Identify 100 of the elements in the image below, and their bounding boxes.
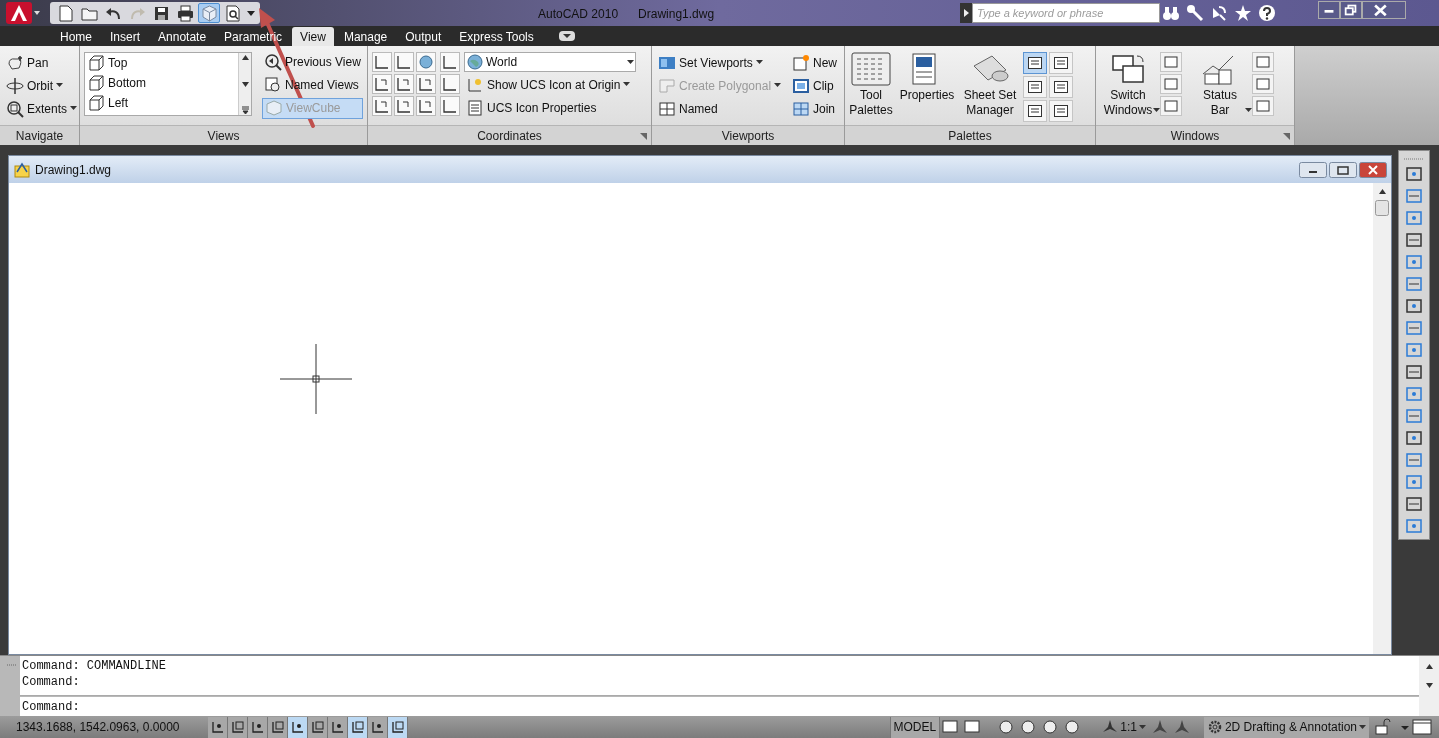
ucs-icon[interactable] <box>372 52 392 72</box>
model-space-button[interactable]: MODEL <box>889 716 941 738</box>
search-field[interactable]: Type a keyword or phrase <box>972 3 1160 23</box>
ucs-dropdown[interactable]: World <box>464 52 636 72</box>
named-views-icon <box>264 76 282 95</box>
tool-button[interactable]: Status Bar <box>1192 52 1248 119</box>
view-list[interactable]: Top Bottom Left <box>84 52 252 116</box>
view-list-item[interactable]: Bottom <box>85 73 238 93</box>
tool-button[interactable]: Clip <box>790 75 839 96</box>
app-title: AutoCAD 2010 <box>538 6 619 23</box>
close-icon[interactable] <box>1359 161 1387 178</box>
globe-icon <box>466 53 484 71</box>
view-list-item[interactable]: Top <box>85 53 238 73</box>
tool-button[interactable]: Extents <box>4 98 80 119</box>
logo-icon[interactable] <box>6 1 40 25</box>
ucs-icon[interactable] <box>394 96 414 116</box>
tool-button[interactable]: Set Viewports <box>656 52 786 73</box>
ribbon-tab[interactable]: Annotate <box>150 27 215 46</box>
tool-button[interactable]: Join <box>790 98 839 119</box>
scroll-up-icon[interactable] <box>1424 662 1434 671</box>
ucs-icon[interactable] <box>440 52 460 72</box>
command-prompt: Command: <box>22 698 80 716</box>
grip-icon <box>1402 157 1426 161</box>
command-input[interactable]: Command: <box>20 697 1419 716</box>
more-icon[interactable] <box>240 106 250 115</box>
viewport-grid-icon <box>658 99 676 118</box>
caret-icon[interactable] <box>627 59 634 65</box>
window-icon[interactable] <box>1027 55 1043 71</box>
new-viewport-icon <box>792 53 810 72</box>
tool-button[interactable]: Switch Windows <box>1100 52 1156 119</box>
cube-icon <box>265 99 283 118</box>
scroll-up-icon[interactable] <box>1377 187 1387 196</box>
printer-icon[interactable] <box>175 3 195 23</box>
minimize-icon[interactable] <box>1299 161 1327 178</box>
ucs-x-icon[interactable] <box>372 74 392 94</box>
restore-icon[interactable] <box>1329 161 1357 178</box>
ribbon-tab[interactable]: Output <box>397 27 450 46</box>
annotation-scale-button[interactable]: 1:1 <box>1098 716 1150 738</box>
caret-icon[interactable] <box>70 106 78 111</box>
crosshair-cursor <box>280 344 352 414</box>
star-icon[interactable] <box>1234 4 1252 22</box>
scroll-thumb[interactable] <box>1375 200 1389 216</box>
tool-button[interactable]: Pan <box>4 52 80 73</box>
caret-icon[interactable] <box>623 82 631 88</box>
minimize-icon[interactable] <box>1318 1 1340 19</box>
tool-palette-icon <box>851 52 891 86</box>
ribbon-tab[interactable]: Manage <box>335 27 396 46</box>
ribbon-tab[interactable]: Home <box>52 27 100 46</box>
list-icon[interactable] <box>1027 79 1043 95</box>
caret-icon[interactable] <box>1153 108 1160 113</box>
previous-view-icon <box>264 53 282 72</box>
close-icon[interactable] <box>1362 1 1406 19</box>
globe-icon[interactable] <box>416 52 436 72</box>
scroll-down-icon[interactable] <box>240 79 250 89</box>
ribbon-tab[interactable]: View <box>292 27 334 46</box>
clip-icon <box>792 76 810 95</box>
magnifier-page-icon[interactable] <box>223 3 243 23</box>
caret-icon[interactable] <box>1359 724 1366 730</box>
caret-icon[interactable] <box>56 83 63 88</box>
binoculars-icon[interactable] <box>1162 4 1180 22</box>
drawing-file-icon <box>13 161 31 178</box>
ribbon-tab[interactable]: Express Tools <box>451 27 542 46</box>
tool-button[interactable]: Properties <box>897 52 957 119</box>
dialog-launcher-icon[interactable] <box>1283 133 1290 140</box>
dropdown-caret-icon[interactable] <box>246 8 256 18</box>
tool-button[interactable]: Sheet Set Manager <box>961 52 1019 119</box>
unlock-icon[interactable] <box>1373 718 1393 736</box>
dialog-launcher-icon[interactable] <box>640 133 647 140</box>
ribbon-tab[interactable]: Insert <box>102 27 149 46</box>
view-list-item[interactable]: Left <box>85 93 238 113</box>
tool-button[interactable]: New <box>790 52 839 73</box>
vertical-scrollbar[interactable] <box>1373 183 1391 654</box>
minimize-ribbon-icon[interactable] <box>557 30 576 42</box>
ucs-icon[interactable] <box>372 96 392 116</box>
key-icon[interactable] <box>1186 4 1204 22</box>
layout-icon[interactable] <box>940 718 961 736</box>
tool-button[interactable]: Named <box>656 98 786 119</box>
tool-button[interactable]: Previous View <box>262 52 363 73</box>
panel-title: Coordinates <box>477 127 542 145</box>
clean-screen-icon[interactable] <box>1411 718 1433 736</box>
command-history-line: Command: <box>21 674 81 690</box>
tool-button[interactable]: Tool Palettes <box>849 52 893 119</box>
caret-icon[interactable] <box>755 60 763 65</box>
scroll-down-icon[interactable] <box>1424 681 1434 690</box>
ucs-icon[interactable] <box>416 96 436 116</box>
help-icon[interactable] <box>1258 4 1276 22</box>
ucs-y-icon[interactable] <box>394 74 414 94</box>
tool-button[interactable]: Orbit <box>4 75 80 96</box>
tool-button[interactable]: UCS Icon Properties <box>464 97 636 119</box>
tool-button[interactable]: Show UCS Icon at Origin <box>464 74 636 96</box>
caret-icon[interactable] <box>1245 108 1252 113</box>
scroll-up-icon[interactable] <box>240 53 250 62</box>
ucs-icon[interactable] <box>394 52 414 72</box>
restore-icon[interactable] <box>1340 1 1362 19</box>
two-layouts-icon[interactable] <box>962 718 983 736</box>
switch-windows-icon <box>1109 52 1147 86</box>
zoom-extents-icon <box>6 99 24 118</box>
panel-title: Views <box>207 127 240 145</box>
annotation-scale-icon <box>1102 719 1119 735</box>
workspace-dropdown[interactable]: 2D Drafting & Annotation <box>1203 716 1369 738</box>
